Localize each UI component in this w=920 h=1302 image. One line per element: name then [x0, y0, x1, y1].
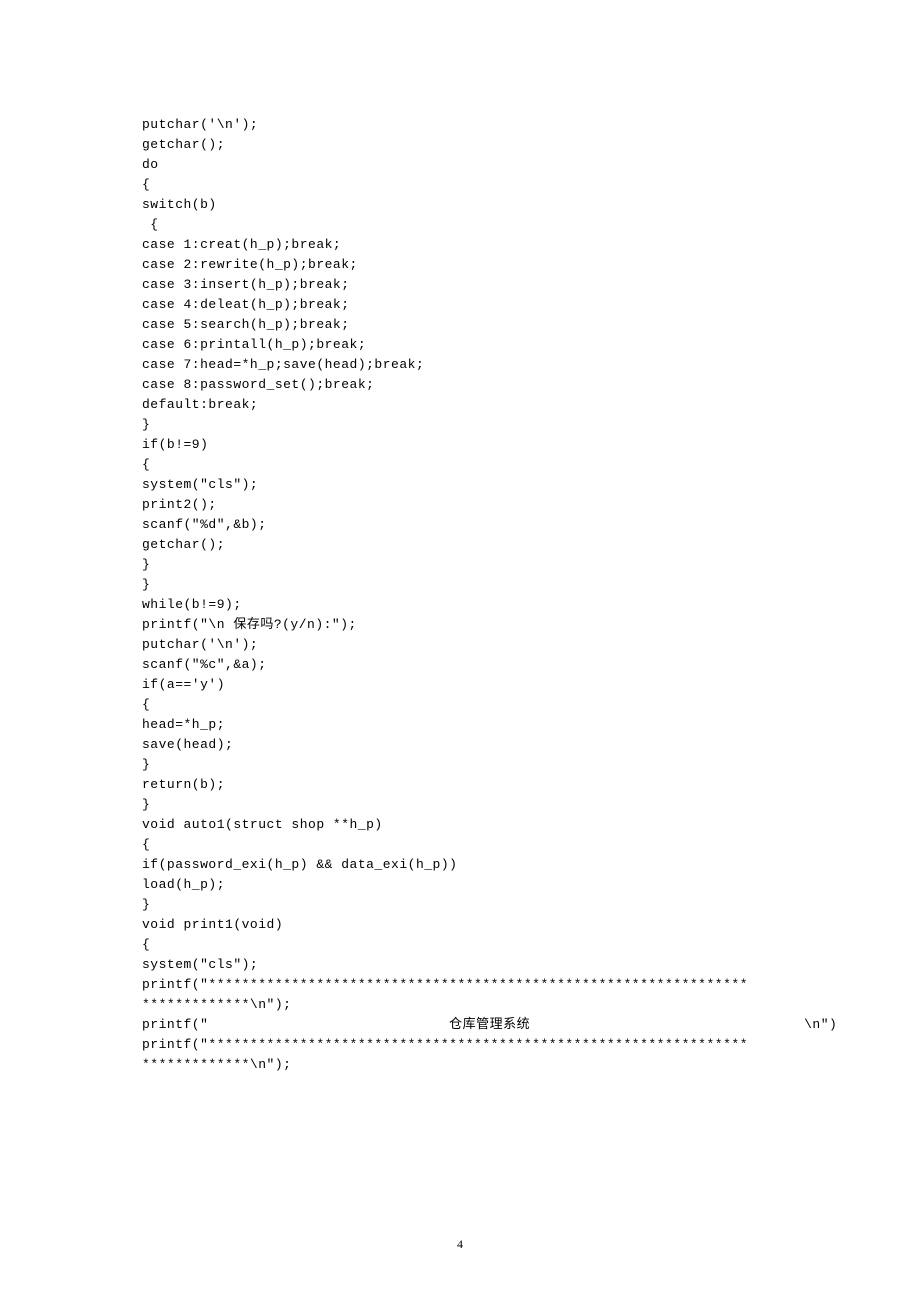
code-line: save(head); [0, 735, 920, 755]
code-line: system("cls"); [0, 955, 920, 975]
code-line: void auto1(struct shop **h_p) [0, 815, 920, 835]
code-line: printf(" 仓库管理系统 \n") [0, 1015, 920, 1035]
code-line: case 2:rewrite(h_p);break; [0, 255, 920, 275]
code-line: if(a=='y') [0, 675, 920, 695]
code-line: getchar(); [0, 535, 920, 555]
code-line: case 3:insert(h_p);break; [0, 275, 920, 295]
code-line: putchar('\n'); [0, 635, 920, 655]
code-block: putchar('\n'); getchar(); do { switch(b)… [0, 115, 920, 1075]
code-line: } [0, 415, 920, 435]
code-line: *************\n"); [0, 995, 920, 1015]
code-line: } [0, 755, 920, 775]
code-line: default:break; [0, 395, 920, 415]
code-line: print2(); [0, 495, 920, 515]
code-line: if(b!=9) [0, 435, 920, 455]
code-line: void print1(void) [0, 915, 920, 935]
code-line: } [0, 575, 920, 595]
code-line: case 8:password_set();break; [0, 375, 920, 395]
code-line: scanf("%d",&b); [0, 515, 920, 535]
code-line: system("cls"); [0, 475, 920, 495]
code-line: { [0, 455, 920, 475]
document-page: putchar('\n'); getchar(); do { switch(b)… [0, 0, 920, 1302]
code-line: case 7:head=*h_p;save(head);break; [0, 355, 920, 375]
code-line: { [0, 695, 920, 715]
code-line: { [0, 835, 920, 855]
code-line: } [0, 895, 920, 915]
code-line: printf("********************************… [0, 975, 920, 995]
code-line: case 6:printall(h_p);break; [0, 335, 920, 355]
code-line: case 1:creat(h_p);break; [0, 235, 920, 255]
code-line: } [0, 555, 920, 575]
code-line: case 4:deleat(h_p);break; [0, 295, 920, 315]
code-line: { [0, 175, 920, 195]
code-line: } [0, 795, 920, 815]
code-line: return(b); [0, 775, 920, 795]
code-line: head=*h_p; [0, 715, 920, 735]
code-line: while(b!=9); [0, 595, 920, 615]
code-line: switch(b) [0, 195, 920, 215]
page-number: 4 [0, 1237, 920, 1252]
code-line: { [0, 935, 920, 955]
code-line: if(password_exi(h_p) && data_exi(h_p)) [0, 855, 920, 875]
code-line: scanf("%c",&a); [0, 655, 920, 675]
code-line: { [0, 215, 920, 235]
code-line: putchar('\n'); [0, 115, 920, 135]
code-line: do [0, 155, 920, 175]
code-line: *************\n"); [0, 1055, 920, 1075]
code-line: printf("********************************… [0, 1035, 920, 1055]
code-line: getchar(); [0, 135, 920, 155]
code-line: printf("\n 保存吗?(y/n):"); [0, 615, 920, 635]
code-line: case 5:search(h_p);break; [0, 315, 920, 335]
code-line: load(h_p); [0, 875, 920, 895]
